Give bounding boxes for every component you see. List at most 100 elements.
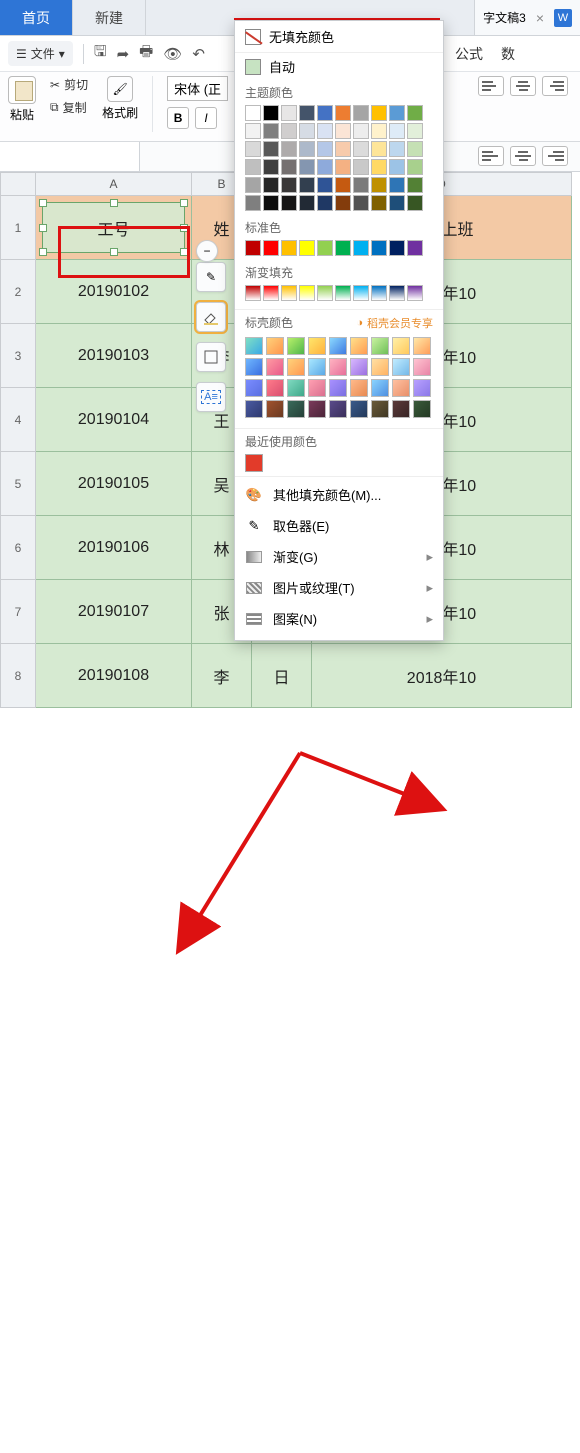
align-left[interactable]	[478, 146, 504, 166]
italic-button[interactable]: I	[195, 107, 217, 129]
color-swatch[interactable]	[353, 177, 369, 193]
gradient-swatch[interactable]	[371, 285, 387, 301]
color-swatch[interactable]	[299, 141, 315, 157]
color-swatch[interactable]	[335, 123, 351, 139]
color-swatch[interactable]	[389, 159, 405, 175]
color-swatch[interactable]	[371, 141, 387, 157]
cell[interactable]: 20190107	[36, 580, 192, 644]
gradient-swatch[interactable]	[350, 379, 368, 397]
select-all-corner[interactable]	[0, 172, 36, 196]
color-swatch[interactable]	[407, 123, 423, 139]
row-header[interactable]: 5	[0, 452, 36, 516]
gradient-swatch[interactable]	[308, 400, 326, 418]
copy-button[interactable]: ⧉ 复制	[50, 99, 88, 116]
color-swatch[interactable]	[335, 177, 351, 193]
gradient-swatch[interactable]	[413, 337, 431, 355]
color-swatch[interactable]	[245, 123, 261, 139]
color-swatch[interactable]	[389, 195, 405, 211]
undo-icon[interactable]: ↶	[192, 45, 205, 63]
cell[interactable]: 李	[192, 644, 252, 708]
gradient-swatch[interactable]	[287, 337, 305, 355]
gradient-swatch[interactable]	[287, 358, 305, 376]
cell[interactable]: 20190105	[36, 452, 192, 516]
gradient-swatch[interactable]	[245, 337, 263, 355]
color-swatch[interactable]	[353, 141, 369, 157]
gradient-swatch[interactable]	[245, 358, 263, 376]
row-header[interactable]: 4	[0, 388, 36, 452]
gradient-swatch[interactable]	[329, 358, 347, 376]
color-swatch[interactable]	[245, 177, 261, 193]
color-swatch[interactable]	[263, 159, 279, 175]
gradient-swatch[interactable]	[329, 337, 347, 355]
color-swatch[interactable]	[281, 177, 297, 193]
color-swatch[interactable]	[299, 177, 315, 193]
gradient-swatch[interactable]	[350, 400, 368, 418]
gradient-swatch[interactable]	[245, 285, 261, 301]
name-box[interactable]	[0, 142, 140, 171]
color-swatch[interactable]	[299, 123, 315, 139]
gradient-swatch[interactable]	[335, 285, 351, 301]
color-swatch[interactable]	[335, 105, 351, 121]
cell[interactable]: 20190103	[36, 324, 192, 388]
color-swatch[interactable]	[245, 240, 261, 256]
color-swatch[interactable]	[353, 240, 369, 256]
color-swatch[interactable]	[299, 159, 315, 175]
ribbon-tab-formula[interactable]: 公式	[451, 44, 487, 64]
selected-shape[interactable]: 工号	[42, 202, 185, 253]
gradient-swatch[interactable]	[266, 358, 284, 376]
tab-new[interactable]: 新建	[73, 0, 146, 35]
color-swatch[interactable]	[371, 123, 387, 139]
color-swatch[interactable]	[407, 105, 423, 121]
gradient-swatch[interactable]	[308, 337, 326, 355]
gradient-swatch[interactable]	[413, 358, 431, 376]
color-swatch[interactable]	[299, 240, 315, 256]
word-icon[interactable]: W	[554, 9, 572, 27]
recent-color-swatch[interactable]	[245, 454, 263, 472]
outline-icon[interactable]	[196, 342, 226, 372]
align-center[interactable]	[510, 146, 536, 166]
gradient-swatch[interactable]	[389, 285, 405, 301]
color-swatch[interactable]	[263, 195, 279, 211]
color-swatch[interactable]	[407, 159, 423, 175]
color-swatch[interactable]	[245, 141, 261, 157]
gradient-swatch[interactable]	[308, 379, 326, 397]
color-swatch[interactable]	[317, 177, 333, 193]
picture-texture-item[interactable]: 图片或纹理(T) ▸	[235, 572, 443, 603]
font-name-select[interactable]: 宋体 (正	[167, 76, 228, 101]
gradient-swatch[interactable]	[266, 379, 284, 397]
cell[interactable]: 2018年10	[312, 644, 572, 708]
cell[interactable]: 20190102	[36, 260, 192, 324]
gradient-swatch[interactable]	[299, 285, 315, 301]
color-swatch[interactable]	[263, 240, 279, 256]
gradient-swatch[interactable]	[350, 337, 368, 355]
save-icon[interactable]: 🖫	[94, 41, 107, 66]
cell[interactable]: 20190104	[36, 388, 192, 452]
color-swatch[interactable]	[299, 105, 315, 121]
print-icon[interactable]: 🖶	[139, 41, 153, 66]
cell[interactable]: 20190108	[36, 644, 192, 708]
gradient-swatch[interactable]	[392, 379, 410, 397]
color-swatch[interactable]	[371, 105, 387, 121]
gradient-swatch[interactable]	[371, 358, 389, 376]
color-swatch[interactable]	[317, 159, 333, 175]
gradient-swatch[interactable]	[266, 400, 284, 418]
color-swatch[interactable]	[263, 105, 279, 121]
cell-A1[interactable]: 工号	[36, 196, 192, 260]
gradient-swatch[interactable]	[392, 337, 410, 355]
fill-color-icon[interactable]	[196, 302, 226, 332]
color-swatch[interactable]	[371, 177, 387, 193]
color-swatch[interactable]	[407, 240, 423, 256]
color-swatch[interactable]	[407, 141, 423, 157]
gradient-swatch[interactable]	[308, 358, 326, 376]
cell[interactable]: 日	[252, 644, 312, 708]
gradient-swatch[interactable]	[413, 379, 431, 397]
color-swatch[interactable]	[281, 240, 297, 256]
dk-member-badge[interactable]: ◑ 稻壳会员专享	[356, 315, 433, 331]
text-style-icon[interactable]: A≡	[196, 382, 226, 412]
color-swatch[interactable]	[281, 195, 297, 211]
color-swatch[interactable]	[245, 159, 261, 175]
color-swatch[interactable]	[317, 195, 333, 211]
color-swatch[interactable]	[389, 240, 405, 256]
gradient-swatch[interactable]	[350, 358, 368, 376]
color-swatch[interactable]	[353, 159, 369, 175]
